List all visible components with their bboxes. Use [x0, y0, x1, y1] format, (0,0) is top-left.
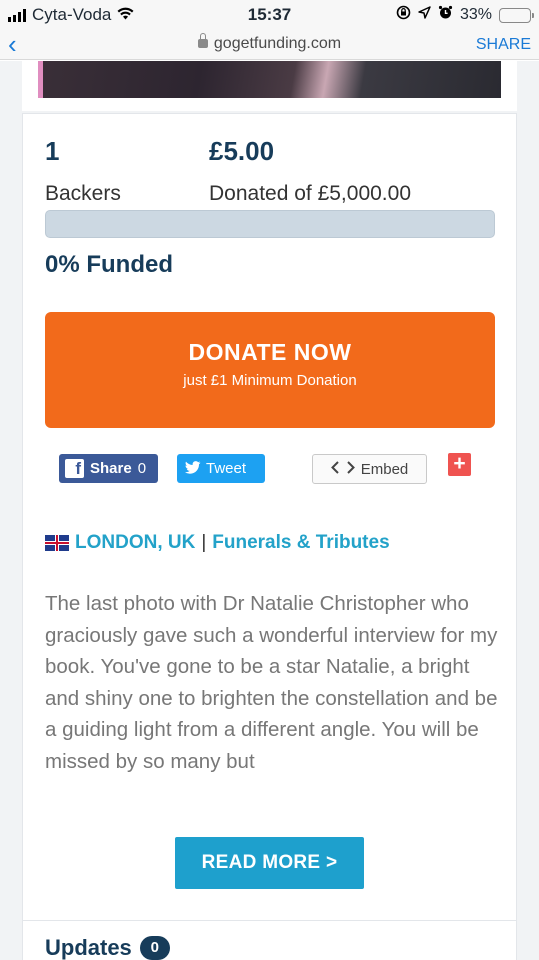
url-text: gogetfunding.com: [213, 35, 342, 52]
battery-percent: 33%: [459, 6, 492, 23]
campaign-photo: [38, 61, 501, 98]
browser-url-bar: ‹ gogetfunding.com SHARE: [0, 30, 539, 60]
facebook-share-label: Share: [90, 460, 132, 477]
facebook-share-count: 0: [137, 460, 147, 477]
donate-title: DONATE NOW: [188, 339, 352, 365]
facebook-icon: f: [65, 459, 84, 478]
embed-label: Embed: [360, 460, 409, 478]
tweet-label: Tweet: [206, 460, 247, 477]
location-link[interactable]: LONDON, UK: [75, 532, 195, 554]
lock-icon: [197, 33, 208, 48]
more-share-plus-button[interactable]: +: [448, 453, 471, 476]
status-bar: Cyta-Voda 15:37 33%: [0, 0, 539, 30]
location-arrow-icon: [418, 6, 431, 24]
tweet-button[interactable]: Tweet: [177, 454, 265, 483]
location-separator: |: [201, 532, 207, 553]
uk-flag-icon: [45, 535, 69, 551]
code-brackets-icon: [330, 460, 355, 478]
updates-card: Updates 0: [22, 920, 517, 960]
funded-percent: 0% Funded: [45, 251, 174, 278]
facebook-share-button[interactable]: f Share 0: [59, 454, 158, 483]
battery-icon: [499, 7, 534, 23]
status-right: 33%: [396, 5, 534, 25]
funding-progress-bar: [45, 210, 495, 238]
social-share-bar: f Share 0 Tweet Embed +: [23, 452, 518, 486]
updates-header[interactable]: Updates 0: [45, 935, 170, 960]
donate-subtitle: just £1 Minimum Donation: [183, 372, 357, 389]
donate-now-button[interactable]: DONATE NOW just £1 Minimum Donation: [45, 312, 495, 428]
backers-count: 1: [45, 136, 60, 166]
campaign-location-category: LONDON, UK | Funerals & Tributes: [45, 532, 390, 554]
read-more-button[interactable]: READ MORE >: [175, 837, 364, 889]
page-content: 1 £5.00 Backers Donated of £5,000.00 0% …: [0, 61, 539, 960]
twitter-bird-icon: [185, 460, 201, 477]
updates-title: Updates: [45, 935, 132, 960]
rotation-lock-icon: [396, 5, 411, 25]
share-button[interactable]: SHARE: [476, 36, 531, 54]
embed-button[interactable]: Embed: [312, 454, 427, 484]
category-link[interactable]: Funerals & Tributes: [212, 532, 389, 554]
updates-count-badge: 0: [139, 936, 170, 960]
campaign-description: The last photo with Dr Natalie Christoph…: [45, 592, 498, 773]
campaign-card: 1 £5.00 Backers Donated of £5,000.00 0% …: [22, 113, 517, 960]
alarm-icon: [438, 5, 453, 25]
photo-card: [22, 61, 517, 111]
donated-amount: £5.00: [209, 136, 275, 166]
backers-label: Backers: [45, 182, 121, 205]
address-field[interactable]: gogetfunding.com: [0, 33, 539, 53]
donated-label: Donated of £5,000.00: [209, 182, 412, 205]
